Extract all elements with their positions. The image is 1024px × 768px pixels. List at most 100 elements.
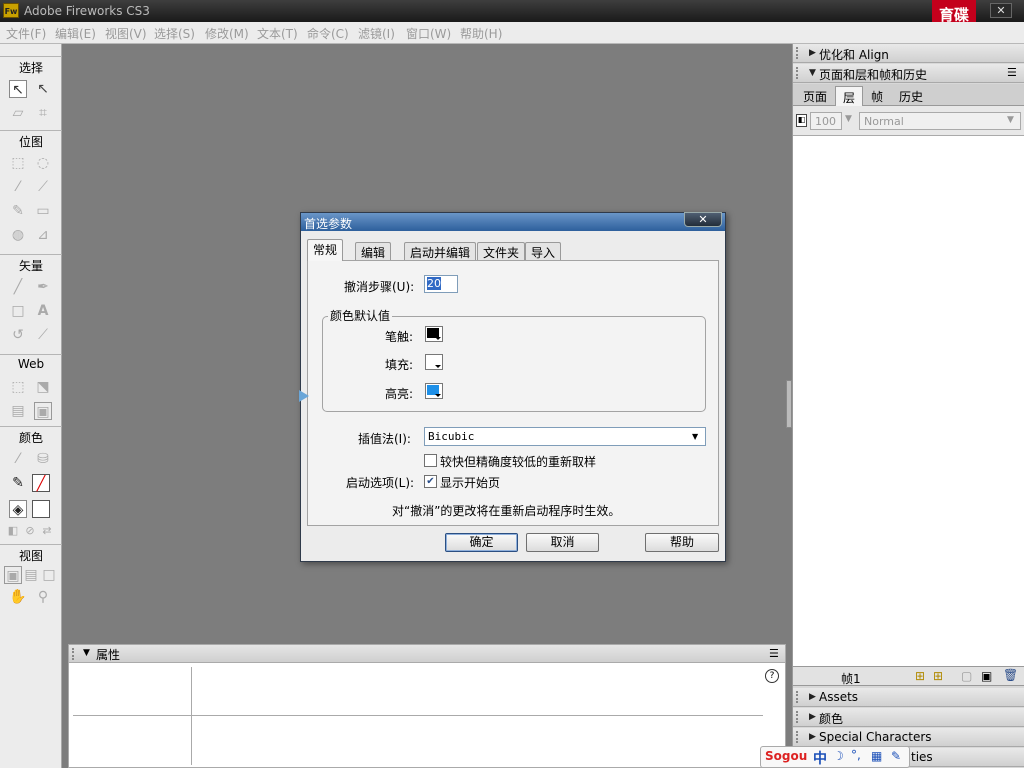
optimize-panel-header[interactable]: ▶ 优化和 Align bbox=[793, 44, 1024, 63]
interpolation-select[interactable]: Bicubic bbox=[424, 427, 706, 446]
panel-options-icon[interactable]: ☰ bbox=[1007, 66, 1017, 79]
full-screen-icon[interactable]: □ bbox=[40, 566, 58, 584]
tab-general[interactable]: 常规 bbox=[307, 239, 344, 261]
color-panel-header[interactable]: ▶ 颜色 bbox=[793, 708, 1024, 727]
fill-color-picker[interactable] bbox=[425, 354, 443, 370]
layer-lock-icon[interactable]: ◧ bbox=[796, 114, 807, 127]
cancel-button[interactable]: 取消 bbox=[526, 533, 599, 552]
menu-view[interactable]: 视图(V) bbox=[105, 25, 147, 42]
stroke-color-picker[interactable] bbox=[425, 326, 443, 342]
sogou-ime-bar[interactable]: Sogou 中 ☽ °, ▦ ✎ bbox=[760, 746, 910, 768]
panel-grip-icon[interactable] bbox=[796, 731, 802, 743]
panel-grip-icon[interactable] bbox=[72, 648, 78, 660]
paint-bucket-tool-icon[interactable]: ⛁ bbox=[34, 450, 52, 468]
panel-options-icon[interactable]: ☰ bbox=[769, 647, 779, 660]
no-color-icon[interactable]: ⊘ bbox=[23, 522, 37, 540]
menu-file[interactable]: 文件(F) bbox=[6, 25, 46, 42]
panel-grip-icon[interactable] bbox=[796, 47, 802, 59]
lasso-tool-icon[interactable]: ◌ bbox=[34, 154, 52, 172]
menu-commands[interactable]: 命令(C) bbox=[307, 25, 349, 42]
hotspot-tool-icon[interactable]: ⬚ bbox=[9, 378, 27, 396]
keyboard-icon[interactable]: ▦ bbox=[871, 749, 882, 763]
marquee-tool-icon[interactable]: ⬚ bbox=[9, 154, 27, 172]
tab-launch-and-edit[interactable]: 启动并编辑 bbox=[404, 242, 477, 260]
window-close-button[interactable]: ✕ bbox=[990, 3, 1012, 18]
brush-tool-icon[interactable]: ⟋ bbox=[34, 178, 52, 196]
assets-panel-header[interactable]: ▶ Assets bbox=[793, 688, 1024, 707]
stroke-color-icon[interactable]: ✎ bbox=[9, 474, 27, 492]
highlight-color-picker[interactable] bbox=[425, 383, 443, 399]
menu-text[interactable]: 文本(T) bbox=[257, 25, 298, 42]
menu-select[interactable]: 选择(S) bbox=[154, 25, 195, 42]
stroke-color-swatch[interactable]: ╱ bbox=[32, 474, 50, 492]
trash-icon[interactable]: 🗑 bbox=[1003, 668, 1018, 682]
dialog-close-button[interactable]: ✕ bbox=[684, 212, 722, 227]
menu-filters[interactable]: 滤镜(I) bbox=[358, 25, 395, 42]
ok-button[interactable]: 确定 bbox=[445, 533, 518, 552]
swap-colors-icon[interactable]: ⇄ bbox=[40, 522, 54, 540]
add-mask-icon[interactable]: ⊞ bbox=[933, 669, 943, 683]
ime-mode-toggle[interactable]: 中 bbox=[813, 748, 827, 768]
panel-grip-icon[interactable] bbox=[796, 67, 802, 79]
new-folder-icon[interactable]: ⊞ bbox=[915, 669, 925, 683]
eraser-tool-icon[interactable]: ▭ bbox=[34, 202, 52, 220]
tab-layers[interactable]: 层 bbox=[835, 86, 863, 106]
opacity-field[interactable]: 100 bbox=[810, 112, 842, 130]
blur-tool-icon[interactable]: ◍ bbox=[9, 226, 27, 244]
pencil-tool-icon[interactable]: ✎ bbox=[9, 202, 27, 220]
duplicate-layer-icon[interactable]: ▣ bbox=[981, 669, 992, 683]
special-characters-panel-header[interactable]: ▶ Special Characters bbox=[793, 728, 1024, 747]
hide-slices-icon[interactable]: ▤ bbox=[9, 402, 27, 420]
menu-modify[interactable]: 修改(M) bbox=[205, 25, 249, 42]
subselect-tool-icon[interactable]: ↖ bbox=[34, 80, 52, 98]
punctuation-icon[interactable]: °, bbox=[851, 748, 861, 762]
help-button[interactable]: 帮助 bbox=[645, 533, 719, 552]
line-tool-icon[interactable]: ╱ bbox=[9, 278, 27, 296]
layers-list[interactable] bbox=[793, 136, 1024, 666]
magic-wand-tool-icon[interactable]: ⁄ bbox=[9, 178, 27, 196]
tab-folders[interactable]: 文件夹 bbox=[477, 242, 526, 260]
fill-color-icon[interactable]: ◈ bbox=[9, 500, 27, 518]
faster-resampling-checkbox[interactable] bbox=[424, 454, 437, 467]
text-tool-icon[interactable]: A bbox=[34, 302, 52, 320]
pointer-tool-icon[interactable]: ↖ bbox=[9, 80, 27, 98]
tab-frames[interactable]: 帧 bbox=[871, 88, 883, 105]
rubber-stamp-tool-icon[interactable]: ⊿ bbox=[34, 226, 52, 244]
hand-tool-icon[interactable]: ✋ bbox=[9, 588, 27, 606]
dialog-title-bar[interactable]: 首选参数 bbox=[301, 213, 725, 231]
show-start-page-checkbox[interactable]: ✔ bbox=[424, 475, 437, 488]
collapse-triangle-icon[interactable]: ▼ bbox=[83, 648, 90, 658]
full-screen-menu-icon[interactable]: ▤ bbox=[22, 566, 40, 584]
blend-mode-select[interactable]: Normal bbox=[859, 112, 1021, 130]
moon-icon[interactable]: ☽ bbox=[833, 749, 844, 763]
rectangle-tool-icon[interactable]: □ bbox=[9, 302, 27, 320]
new-layer-icon[interactable]: ▢ bbox=[961, 669, 972, 683]
tab-import[interactable]: 导入 bbox=[525, 242, 562, 260]
tab-editing[interactable]: 编辑 bbox=[355, 242, 392, 260]
pages-panel-header[interactable]: ▼ 页面和层和帧和历史 ☰ bbox=[793, 64, 1024, 83]
wrench-icon[interactable]: ✎ bbox=[891, 749, 901, 763]
menu-window[interactable]: 窗口(W) bbox=[406, 25, 451, 42]
standard-screen-icon[interactable]: ▣ bbox=[4, 566, 22, 584]
show-slices-icon[interactable]: ▣ bbox=[34, 402, 52, 420]
freeform-tool-icon[interactable]: ↺ bbox=[9, 326, 27, 344]
scale-tool-icon[interactable]: ▱ bbox=[9, 104, 27, 122]
panel-grip-icon[interactable] bbox=[796, 711, 802, 723]
tab-history[interactable]: 历史 bbox=[899, 88, 923, 105]
properties-panel-header[interactable]: ▼ 属性 ☰ bbox=[69, 645, 785, 663]
menu-edit[interactable]: 编辑(E) bbox=[55, 25, 96, 42]
fill-color-swatch[interactable] bbox=[32, 500, 50, 518]
panel-grip-icon[interactable] bbox=[796, 691, 802, 703]
default-colors-icon[interactable]: ◧ bbox=[6, 522, 20, 540]
zoom-tool-icon[interactable]: ⚲ bbox=[34, 588, 52, 606]
knife-tool-icon[interactable]: ⟋ bbox=[34, 326, 52, 344]
menu-help[interactable]: 帮助(H) bbox=[460, 25, 502, 42]
dock-collapse-handle[interactable] bbox=[786, 380, 792, 428]
crop-tool-icon[interactable]: ⌗ bbox=[34, 104, 52, 122]
help-icon[interactable]: ? bbox=[765, 669, 779, 683]
tab-pages[interactable]: 页面 bbox=[803, 88, 827, 105]
pen-tool-icon[interactable]: ✒ bbox=[34, 278, 52, 296]
undo-steps-input[interactable]: 20 bbox=[424, 275, 458, 293]
slice-tool-icon[interactable]: ⬔ bbox=[34, 378, 52, 396]
opacity-dropdown-icon[interactable]: ▼ bbox=[845, 114, 852, 124]
